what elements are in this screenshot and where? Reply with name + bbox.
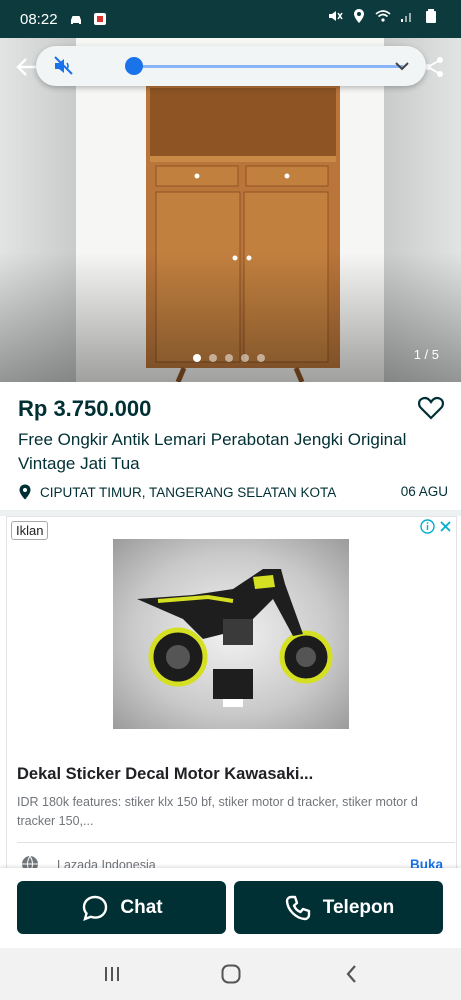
listing-title: Free Ongkir Antik Lemari Perabotan Jengk… (18, 430, 407, 473)
ad-title[interactable]: Dekal Sticker Decal Motor Kawasaki... (17, 765, 313, 784)
product-photo-carousel[interactable]: 1 / 5 (0, 38, 461, 382)
listing-price: Rp 3.750.000 (18, 396, 152, 421)
share-icon[interactable] (423, 56, 445, 78)
call-button[interactable]: Telepon (234, 881, 443, 934)
screen: 08:22 1 / 5 Rp 3.750.000 Free Ongkir Ant… (0, 0, 461, 1000)
ad-divider (17, 842, 455, 843)
ad-choices[interactable] (420, 519, 452, 534)
heart-icon[interactable] (417, 394, 445, 422)
carousel-dot[interactable] (241, 354, 249, 362)
status-bar: 08:22 (0, 0, 461, 38)
mute-icon[interactable] (52, 54, 76, 78)
listing-location: CIPUTAT TIMUR, TANGERANG SELATAN KOTA (40, 484, 337, 500)
battery-icon (426, 9, 436, 23)
status-time: 08:22 (20, 10, 58, 28)
signal-icon (401, 13, 411, 22)
home-icon[interactable] (219, 962, 243, 986)
chat-bubble-icon (83, 895, 108, 921)
volume-panel (36, 46, 426, 86)
status-system-icons (327, 8, 439, 24)
carousel-dot[interactable] (257, 354, 265, 362)
motorcycle-image (137, 569, 333, 707)
location-pin-icon (19, 484, 31, 500)
info-icon[interactable] (420, 519, 435, 534)
listing-date: 06 AGU (400, 484, 448, 499)
chat-button[interactable]: Chat (17, 881, 226, 934)
location-icon (354, 9, 364, 23)
app-notification-icon (93, 13, 106, 25)
carousel-dots (193, 354, 265, 362)
listing-location-row: CIPUTAT TIMUR, TANGERANG SELATAN KOTA 06… (18, 482, 448, 502)
back-arrow-icon[interactable] (16, 56, 38, 78)
status-notification-icons (68, 11, 108, 27)
carousel-dot[interactable] (225, 354, 233, 362)
ad-image[interactable] (113, 539, 349, 729)
wifi-icon (375, 10, 391, 22)
system-nav-bar (0, 948, 461, 1000)
chevron-down-icon[interactable] (392, 56, 412, 76)
recent-apps-icon[interactable] (100, 962, 124, 986)
car-icon (70, 16, 81, 24)
chat-button-label: Chat (120, 896, 163, 918)
close-icon[interactable] (439, 520, 452, 533)
carousel-dot[interactable] (209, 354, 217, 362)
back-icon[interactable] (340, 962, 364, 986)
ad-description: IDR 180k features: stiker klx 150 bf, st… (17, 795, 418, 828)
photo-counter: 1 / 5 (413, 347, 439, 362)
ad-badge: Iklan (11, 521, 49, 540)
ad-card[interactable]: Iklan Dekal Sticker Decal Motor Kawasaki… (6, 516, 457, 876)
mute-icon (329, 11, 343, 21)
action-bar: Chat Telepon (0, 868, 461, 948)
call-button-label: Telepon (322, 896, 395, 918)
photo-shade (0, 252, 461, 382)
volume-slider-track[interactable] (134, 65, 404, 68)
volume-slider-thumb[interactable] (125, 57, 143, 75)
phone-icon (285, 895, 310, 920)
carousel-dot[interactable] (193, 354, 201, 362)
